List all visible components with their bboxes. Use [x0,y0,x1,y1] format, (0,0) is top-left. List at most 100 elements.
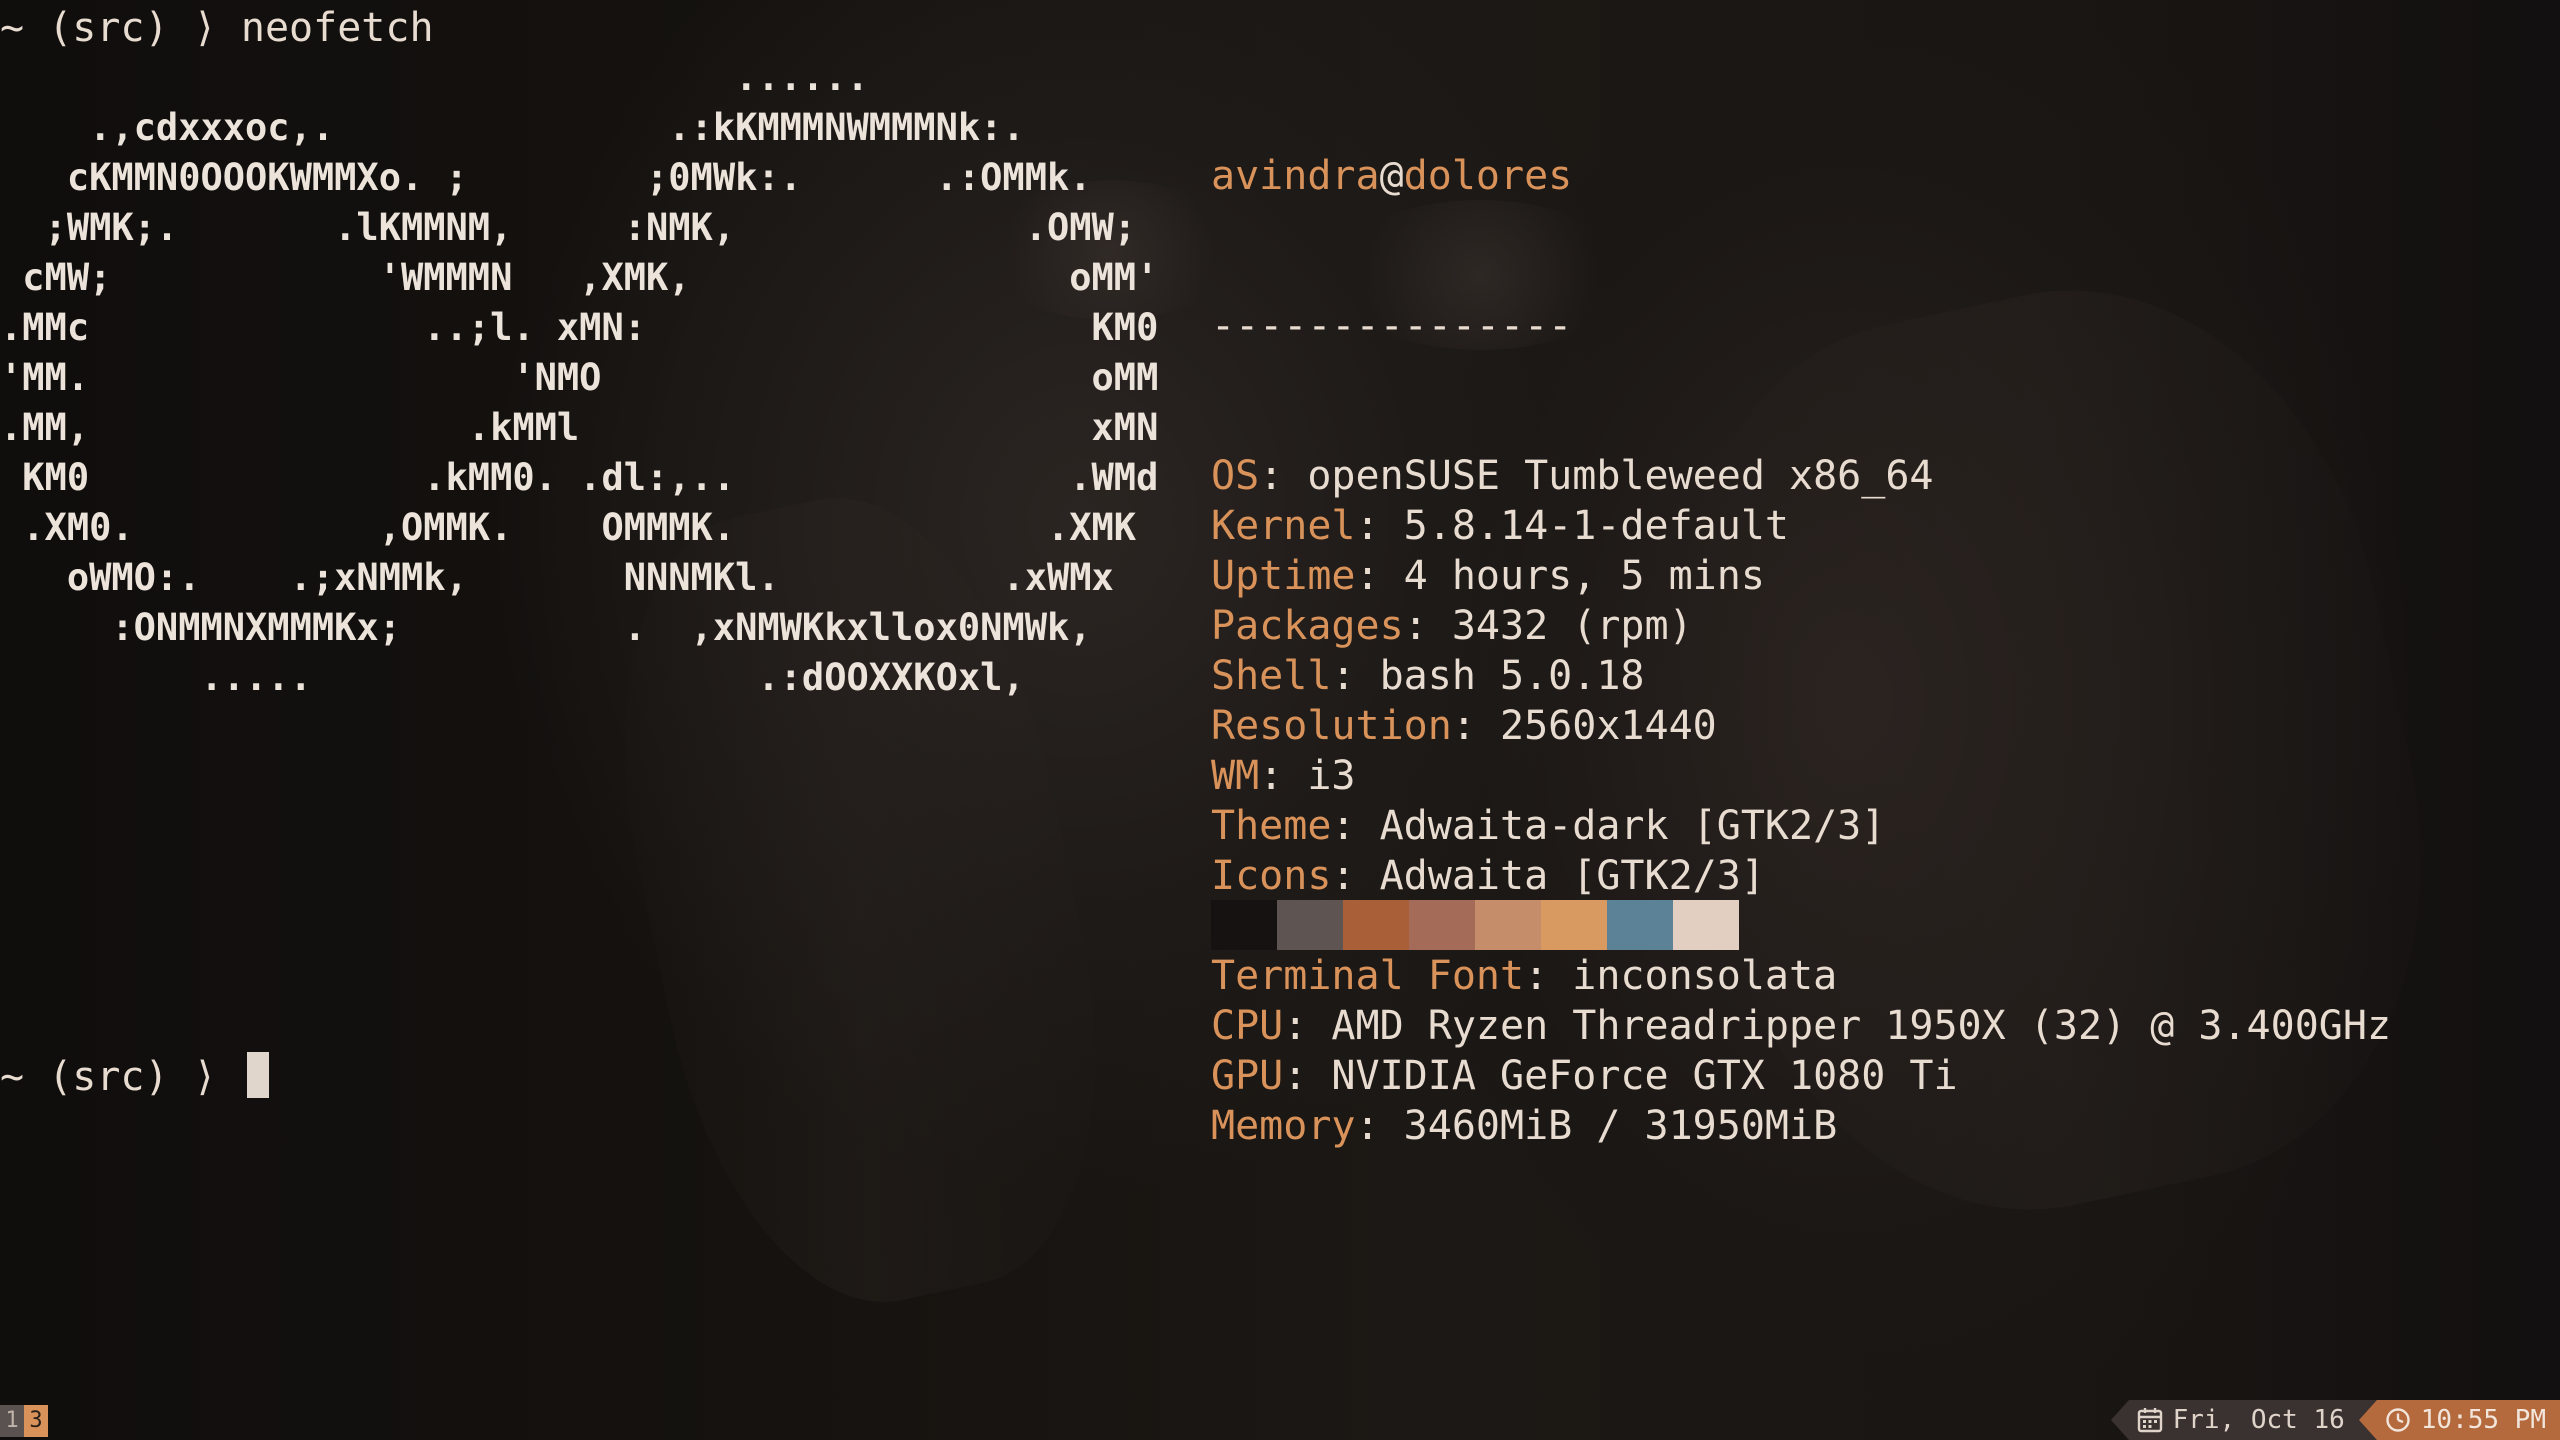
color-palette [1211,900,1739,950]
logo-line: .MMc ..;l. xMN: KM0 [0,306,1159,349]
info-field-cpu: CPU: AMD Ryzen Threadripper 1950X (32) @… [1211,1001,2391,1051]
powerline-separator [2358,1400,2377,1440]
info-key: WM [1211,753,1260,799]
system-info: avindra@dolores --------------- OS: open… [1211,51,2391,1251]
palette-swatch-3 [1409,900,1475,950]
info-value: AMD Ryzen Threadripper 1950X (32) @ 3.40… [1331,1003,2392,1049]
info-key: Kernel [1211,503,1356,549]
palette-swatch-0 [1211,900,1277,950]
info-field-icons: Icons: Adwaita [GTK2/3] [1211,851,2391,901]
info-field-wm: WM: i3 [1211,751,2391,801]
info-key-suffix: : [1451,703,1500,749]
info-key: CPU [1211,1003,1284,1049]
logo-line: ...... [0,56,869,99]
prompt-tilde: ~ [0,5,25,51]
info-key: Uptime [1211,553,1356,599]
calendar-icon [2137,1408,2162,1433]
palette-swatch-2 [1343,900,1409,950]
info-value: inconsolata [1572,953,1838,999]
info-key-suffix: : [1331,803,1380,849]
prompt-symbol: ⟩ [192,5,217,51]
info-key-suffix: : [1355,553,1404,599]
prompt-symbol: ⟩ [192,1054,217,1100]
separator: --------------- [1211,303,1573,349]
info-key: GPU [1211,1053,1284,1099]
prompt-line: ~ (src) ⟩ neofetch [0,3,434,53]
info-key-suffix: : [1259,453,1308,499]
info-key-suffix: : [1403,603,1452,649]
info-value: openSUSE Tumbleweed x86_64 [1307,453,1934,499]
time-block: 10:55 PM [2376,1400,2560,1440]
info-value: 2560x1440 [1500,703,1717,749]
info-value: bash 5.0.18 [1379,653,1645,699]
palette-swatch-7 [1673,900,1739,950]
logo-line: .,cdxxxoc,. .:kKMMMNWMMMNk:. [0,106,1025,149]
workspace-button-3[interactable]: 3 [24,1405,48,1437]
info-value: 4 hours, 5 mins [1403,553,1765,599]
info-field-packages: Packages: 3432 (rpm) [1211,601,2391,651]
logo-line: ..... .:dOOXXKOxl, [0,656,1025,699]
status-blocks: Fri, Oct 16 10:55 PM [2110,1400,2560,1440]
info-key-suffix: : [1331,853,1380,899]
palette-swatch-4 [1475,900,1541,950]
powerline-separator [2110,1400,2129,1440]
info-value: Adwaita [GTK2/3] [1379,853,1765,899]
info-value: 5.8.14-1-default [1403,503,1789,549]
info-key-suffix: : [1283,1053,1332,1099]
clock-icon [2386,1408,2410,1432]
logo-line: KM0 .kMM0. .dl:,.. .WMd [0,456,1159,499]
info-key-suffix: : [1524,953,1573,999]
date-text: Fri, Oct 16 [2172,1405,2345,1435]
info-key: Memory [1211,1103,1356,1149]
palette-swatch-6 [1607,900,1673,950]
info-key-suffix: : [1331,653,1380,699]
username: avindra [1211,153,1380,199]
info-key: Shell [1211,653,1332,699]
text-cursor[interactable] [246,1052,269,1098]
palette-swatch-5 [1541,900,1607,950]
prompt-directory: (src) [48,5,169,51]
info-fields: OS: openSUSE Tumbleweed x86_64 Kernel: 5.… [1211,451,2391,1151]
info-value: Adwaita-dark [GTK2/3] [1379,803,1886,849]
logo-line: .MM, .kMMl xMN [0,406,1159,449]
desktop: ~ (src) ⟩ neofetch ...... .,cdxxxoc,. .:… [0,0,2560,1440]
info-field-terminal-font: Terminal Font: inconsolata [1211,951,2391,1001]
logo-line: oWMO:. .;xNMMk, NNNMKl. .xWMx [0,556,1114,599]
separator-line: --------------- [1211,301,2391,351]
info-value: 3460MiB / 31950MiB [1403,1103,1838,1149]
prompt-tilde: ~ [0,1054,25,1100]
info-value: i3 [1307,753,1356,799]
date-block: Fri, Oct 16 [2128,1400,2359,1440]
ascii-logo: ...... .,cdxxxoc,. .:kKMMMNWMMMNk:. cKMM… [0,53,1158,703]
logo-line: 'MM. 'NMO oMM [0,356,1159,399]
prompt-directory: (src) [48,1054,169,1100]
info-field-kernel: Kernel: 5.8.14-1-default [1211,501,2391,551]
info-field-os: OS: openSUSE Tumbleweed x86_64 [1211,451,2391,501]
workspace-button-1[interactable]: 1 [0,1405,24,1437]
info-key: OS [1211,453,1260,499]
info-field-uptime: Uptime: 4 hours, 5 mins [1211,551,2391,601]
info-key: Icons [1211,853,1332,899]
info-value: 3432 (rpm) [1451,603,1693,649]
info-key: Resolution [1211,703,1452,749]
info-field-resolution: Resolution: 2560x1440 [1211,701,2391,751]
time-text: 10:55 PM [2420,1405,2546,1435]
info-field-theme: Theme: Adwaita-dark [GTK2/3] [1211,801,2391,851]
active-prompt-line[interactable]: ~ (src) ⟩ [0,1052,269,1102]
at-sign: @ [1379,153,1404,199]
info-key-suffix: : [1259,753,1308,799]
info-key: Terminal Font [1211,953,1525,999]
terminal-window[interactable]: ~ (src) ⟩ neofetch ...... .,cdxxxoc,. .:… [0,0,2560,1400]
info-key: Packages [1211,603,1404,649]
logo-line: :ONMMNXMMMKx; . ,xNMWKkxllox0NMWk, [0,606,1092,649]
info-field-memory: Memory: 3460MiB / 31950MiB [1211,1101,2391,1151]
info-field-shell: Shell: bash 5.0.18 [1211,651,2391,701]
info-key: Theme [1211,803,1332,849]
info-key-suffix: : [1355,503,1404,549]
info-field-gpu: GPU: NVIDIA GeForce GTX 1080 Ti [1211,1051,2391,1101]
palette-swatch-1 [1277,900,1343,950]
info-key-suffix: : [1283,1003,1332,1049]
logo-line: .XM0. ,OMMK. OMMMK. .XMK [0,506,1137,549]
logo-line: cKMMN0OOOKWMMXo. ; ;0MWk:. .:OMMk. [0,156,1092,199]
logo-line: ;WMK;. .lKMMNM, :NMK, .OMW; [0,206,1137,249]
